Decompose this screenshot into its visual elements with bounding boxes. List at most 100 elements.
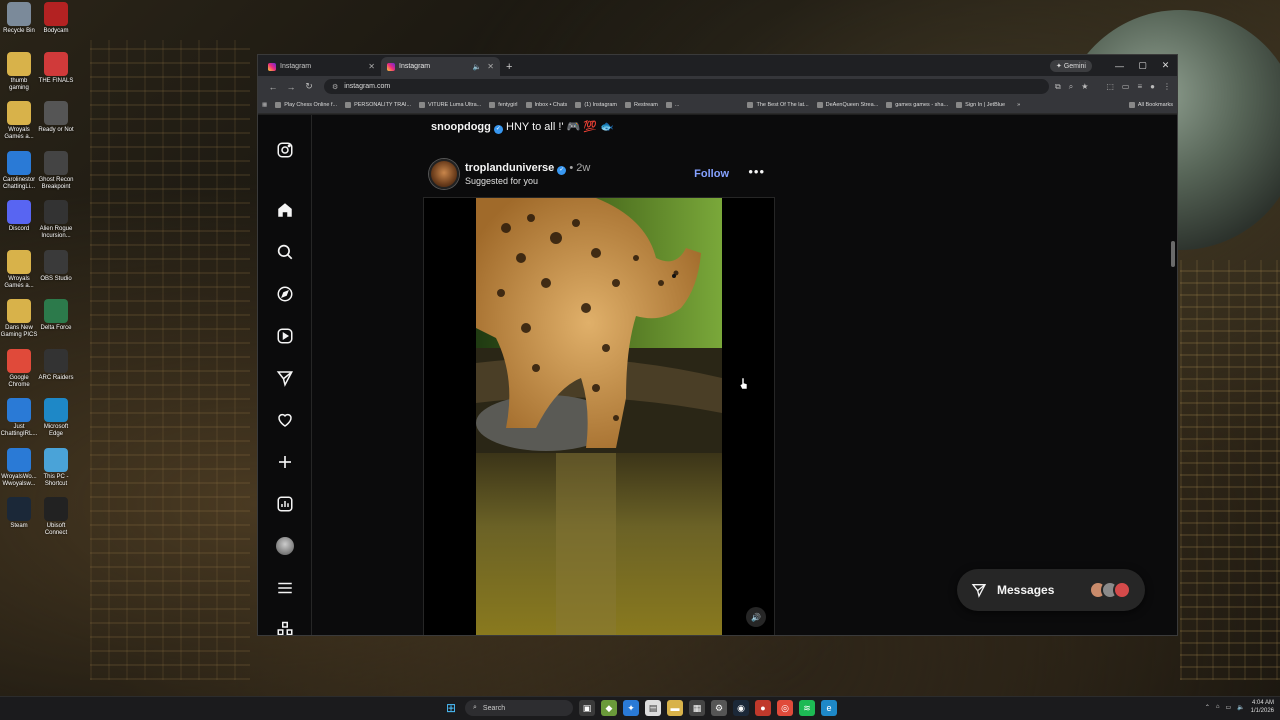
tab-instagram-1[interactable]: Instagram ✕ — [262, 57, 381, 76]
bookmark-item[interactable]: Inbox • Chats — [525, 102, 567, 108]
network-icon[interactable]: ⌂ — [1216, 704, 1220, 710]
jaguar-video[interactable] — [476, 198, 722, 636]
profile-icon[interactable]: ● — [1150, 82, 1155, 92]
desktop-icon[interactable]: Ubisoft Connect — [37, 497, 75, 537]
post-username[interactable]: troplanduniverse — [465, 162, 554, 174]
bookmark-item[interactable]: ... — [665, 102, 679, 108]
file-explorer-icon[interactable]: ▬ — [667, 700, 683, 716]
maximize-button[interactable]: ▢ — [1131, 60, 1154, 71]
zoom-icon[interactable]: ⌕ — [1069, 82, 1073, 92]
battery-icon[interactable]: ▭ — [1225, 704, 1231, 711]
desktop-icon[interactable]: Microsoft Edge — [37, 398, 75, 438]
task-view-icon[interactable]: ▣ — [579, 700, 595, 716]
close-icon[interactable]: ✕ — [487, 62, 494, 71]
forward-button[interactable]: → — [282, 82, 300, 92]
clock[interactable]: 4:04 AM 1/1/2026 — [1251, 699, 1274, 715]
desktop-icon[interactable]: Wroyals Games a... — [0, 249, 38, 290]
start-windows-icon[interactable]: ⊞ — [443, 700, 459, 716]
bookmark-item[interactable]: games games - sha... — [886, 102, 948, 108]
desktop-icon[interactable]: Ghost Recon Breakpoint — [37, 150, 75, 191]
minimize-button[interactable]: — — [1108, 61, 1131, 71]
bookmark-item[interactable]: PERSONALITY TRAI... — [345, 102, 411, 108]
site-info-icon[interactable]: ⚙ — [332, 83, 338, 91]
post-avatar[interactable] — [429, 159, 459, 189]
desktop-icon[interactable]: Discord — [0, 200, 38, 233]
profile-avatar-icon[interactable] — [276, 537, 294, 555]
desktop-icon[interactable]: This PC - Shortcut — [37, 447, 75, 488]
close-window-button[interactable]: ✕ — [1154, 60, 1177, 71]
desktop-icon[interactable]: OBS Studio — [37, 249, 75, 283]
app-icon[interactable]: ● — [755, 700, 771, 716]
chevron-up-icon[interactable]: ⌃ — [1205, 704, 1210, 711]
also-from-meta-icon[interactable] — [276, 621, 294, 635]
desktop-icon[interactable]: Alien Rogue Incursion... — [37, 200, 75, 240]
explore-icon[interactable] — [276, 285, 294, 303]
calculator-icon[interactable]: ▦ — [689, 700, 705, 716]
menu-icon[interactable]: ⋮ — [1163, 82, 1171, 92]
bookmark-item[interactable]: Play Chess Online f... — [275, 102, 337, 108]
messages-icon[interactable] — [276, 369, 294, 387]
taskbar-search-input[interactable]: ⌕ Search — [465, 700, 573, 716]
install-app-icon[interactable]: ⧉ — [1055, 82, 1061, 92]
bookmark-item[interactable]: fentygirl — [489, 102, 518, 108]
desktop-icon[interactable]: Google Chrome — [0, 348, 38, 389]
desktop-icon[interactable]: ARC Raiders — [37, 348, 75, 382]
more-menu-icon[interactable] — [276, 579, 294, 597]
search-icon[interactable] — [276, 243, 294, 261]
instagram-logo-icon[interactable] — [276, 141, 294, 159]
bookmarks-overflow-icon[interactable]: » — [1017, 102, 1020, 108]
bookmarks-grid-icon[interactable]: ▦ — [262, 102, 267, 108]
page-scrollbar[interactable] — [1171, 241, 1175, 267]
app-icon[interactable]: ◆ — [601, 700, 617, 716]
post-time[interactable]: 2w — [576, 162, 590, 174]
create-plus-icon[interactable] — [276, 453, 294, 471]
desktop-icon[interactable]: WroyalsWo... Wwoyalsw... — [0, 447, 38, 488]
media-icon[interactable]: ≡ — [1137, 82, 1142, 92]
bookmark-item[interactable]: (1) Instagram — [575, 102, 617, 108]
reels-icon[interactable] — [276, 327, 294, 345]
copilot-icon[interactable]: ✦ — [623, 700, 639, 716]
extensions-icon[interactable]: ⬚ — [1106, 82, 1114, 92]
back-button[interactable]: ← — [264, 82, 282, 92]
bookmark-item[interactable]: The Best Of The lat... — [747, 102, 809, 108]
home-icon[interactable] — [276, 201, 294, 219]
desktop-icon[interactable]: THE FINALS — [37, 51, 75, 85]
desktop-icon[interactable]: Just ChattingIRL... — [0, 398, 38, 438]
edge-icon[interactable]: e — [821, 700, 837, 716]
more-options-button[interactable]: ••• — [748, 164, 765, 179]
spotify-icon[interactable]: ≋ — [799, 700, 815, 716]
notifications-heart-icon[interactable] — [276, 411, 294, 429]
desktop-icon[interactable]: Recycle Bin — [0, 2, 38, 35]
post-media[interactable]: 🔊 — [423, 197, 775, 636]
url-input[interactable]: ⚙ instagram.com — [324, 79, 1049, 94]
desktop-icon[interactable]: Steam — [0, 497, 38, 530]
gemini-button[interactable]: ✦ Gemini — [1050, 59, 1092, 72]
notepad-icon[interactable]: ▤ — [645, 700, 661, 716]
bookmark-item[interactable]: Restream — [625, 102, 658, 108]
follow-button[interactable]: Follow — [694, 168, 729, 180]
bookmark-star-icon[interactable]: ★ — [1081, 82, 1088, 92]
new-tab-button[interactable]: + — [506, 61, 512, 73]
sidepanel-icon[interactable]: ▭ — [1122, 82, 1130, 92]
chrome-icon[interactable]: ◎ — [777, 700, 793, 716]
caption-username[interactable]: snoopdogg — [431, 121, 491, 133]
desktop-icon[interactable]: Dans New Gaming PICS — [0, 299, 38, 339]
desktop-icon[interactable]: Ready or Not — [37, 101, 75, 134]
desktop-icon[interactable]: Delta Force — [37, 299, 75, 332]
tab-instagram-2[interactable]: Instagram 🔈 ✕ — [381, 57, 500, 76]
dashboard-icon[interactable] — [276, 495, 294, 513]
mute-toggle-icon[interactable]: 🔊 — [746, 607, 766, 627]
messages-floating-button[interactable]: Messages — [957, 569, 1145, 611]
desktop-icon[interactable]: Carolinestor ChattingLi... — [0, 150, 38, 191]
settings-gear-icon[interactable]: ⚙ — [711, 700, 727, 716]
desktop-icon[interactable]: Bodycam — [37, 2, 75, 35]
close-icon[interactable]: ✕ — [368, 62, 375, 71]
desktop-icon[interactable]: Wroyals Games a... — [0, 101, 38, 141]
volume-icon[interactable]: 🔈 — [1237, 704, 1244, 711]
bookmark-item[interactable]: Sign In | JetBlue — [956, 102, 1005, 108]
reload-button[interactable]: ↻ — [300, 81, 318, 92]
desktop-icon[interactable]: thumb gaming — [0, 51, 38, 92]
bookmark-item[interactable]: DeAenQueen Strea... — [816, 102, 878, 108]
speaker-icon[interactable]: 🔈 — [473, 63, 482, 71]
steam-icon[interactable]: ◉ — [733, 700, 749, 716]
